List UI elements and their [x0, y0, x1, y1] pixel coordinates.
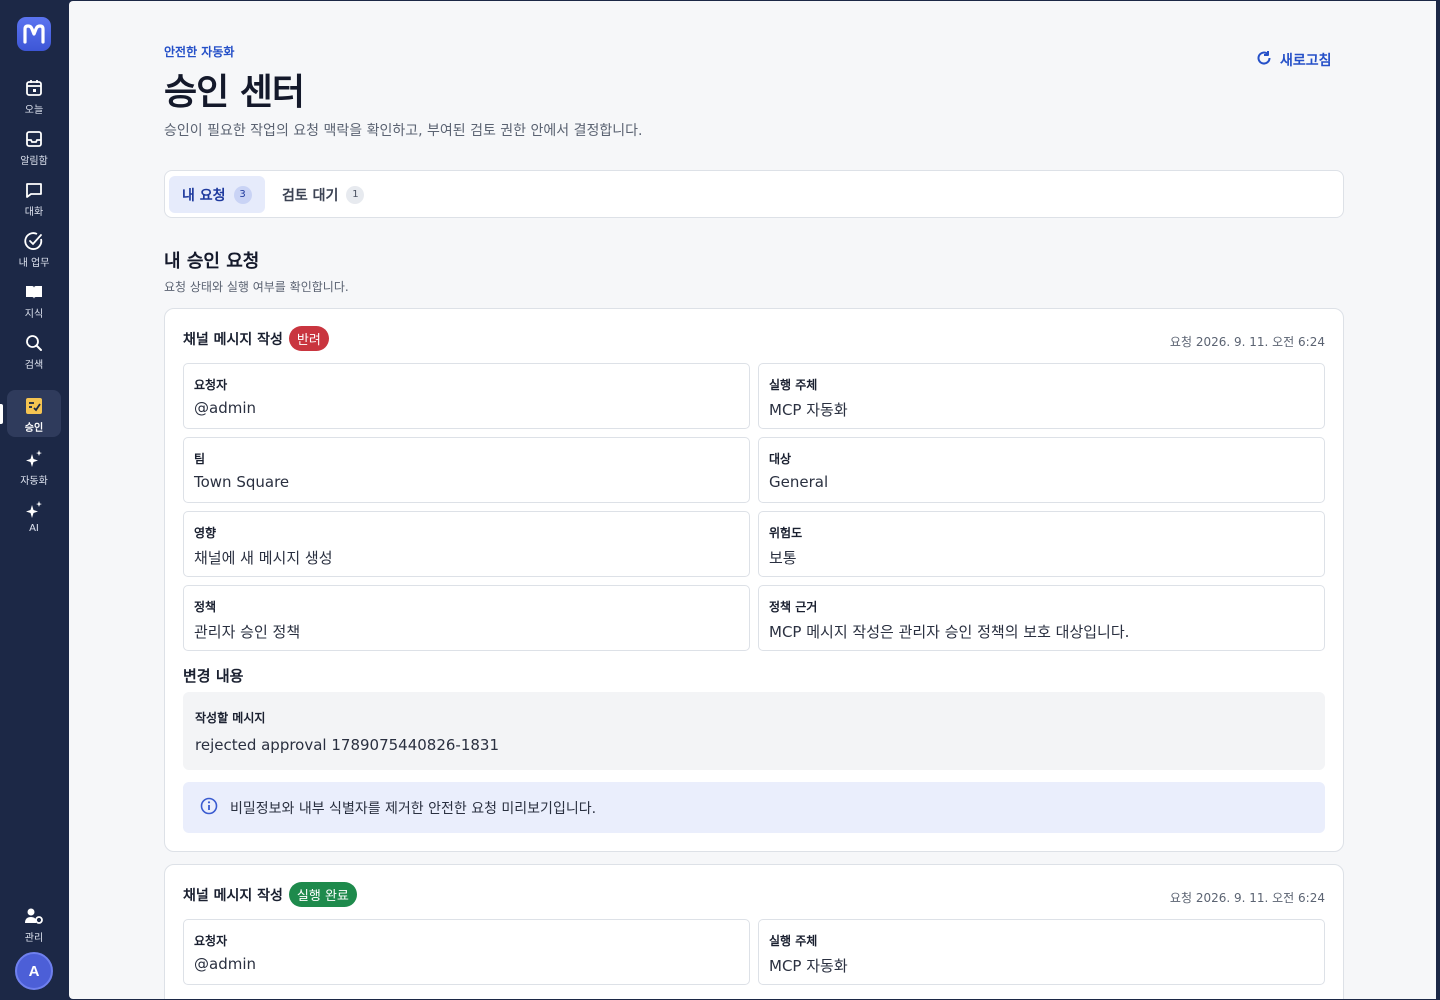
- field-label: 실행 주체: [769, 378, 818, 392]
- change-label: 작성할 메시지: [195, 711, 266, 725]
- card-title: 채널 메시지 작성: [183, 331, 283, 348]
- tab-bar: 내 요청 3 검토 대기 1: [164, 170, 1344, 218]
- search-icon: [24, 333, 44, 353]
- nav-today[interactable]: 오늘: [7, 72, 61, 119]
- task-check-icon: [24, 231, 44, 251]
- field-requester: 요청자 @admin: [183, 363, 750, 429]
- field-value: 채널에 새 메시지 생성: [194, 549, 333, 567]
- field-label: 대상: [769, 452, 792, 466]
- nav-label: AI: [29, 523, 39, 534]
- nav-inbox[interactable]: 알림함: [7, 123, 61, 170]
- window-edge: [1436, 1, 1438, 999]
- status-badge: 실행 완료: [288, 882, 357, 907]
- field-impact: 영향 채널에 새 메시지 생성: [183, 511, 750, 577]
- nav-label: 지식: [24, 309, 44, 320]
- tab-count-badge: 1: [346, 185, 365, 204]
- field-value: Town Square: [194, 473, 290, 491]
- info-text: 비밀정보와 내부 식별자를 제거한 안전한 요청 미리보기입니다.: [230, 800, 597, 817]
- field-label: 요청자: [194, 378, 228, 392]
- field-value: @admin: [194, 399, 256, 417]
- inbox-icon: [24, 129, 44, 149]
- book-icon: [24, 282, 44, 302]
- nav-label: 검색: [24, 360, 44, 371]
- card-header: 채널 메시지 작성 실행 완료: [183, 882, 357, 907]
- field-risk: 위험도 보통: [758, 511, 1325, 577]
- nav-label: 관리: [24, 933, 44, 944]
- field-label: 팀: [194, 452, 206, 466]
- field-label: 위험도: [769, 526, 803, 540]
- app-logo[interactable]: [17, 17, 51, 51]
- field-value: MCP 자동화: [769, 401, 848, 419]
- calendar-icon: [24, 78, 44, 98]
- main-content: 안전한 자동화 승인 센터 승인이 필요한 작업의 요청 맥락을 확인하고, 부…: [69, 1, 1438, 999]
- card-title: 채널 메시지 작성: [183, 887, 283, 904]
- logo-icon: [23, 24, 45, 44]
- nav-ai[interactable]: AI: [7, 494, 61, 541]
- refresh-button[interactable]: 새로고침: [1256, 50, 1332, 70]
- field-executor: 실행 주체 MCP 자동화: [758, 363, 1325, 429]
- field-value: 보통: [769, 549, 797, 567]
- tab-count-badge: 3: [233, 185, 252, 204]
- avatar[interactable]: A: [15, 952, 53, 990]
- field-label: 정책: [194, 600, 217, 614]
- nav-label: 내 업무: [18, 258, 50, 269]
- field-label: 정책 근거: [769, 600, 818, 614]
- field-value: @admin: [194, 955, 256, 973]
- field-requester: 요청자 @admin: [183, 919, 750, 985]
- nav-label: 자동화: [20, 476, 48, 487]
- nav-label: 승인: [24, 423, 44, 434]
- card-header: 채널 메시지 작성 반려: [183, 326, 329, 351]
- field-target: 대상 General: [758, 437, 1325, 503]
- nav-label: 알림함: [20, 156, 48, 167]
- request-time: 요청 2026. 9. 11. 오전 6:24: [1169, 891, 1325, 905]
- sparkles-icon: [24, 449, 44, 469]
- sidebar: 오늘 알림함 대화 내 업무 지식 검색 승인 자동화 AI 관리 A: [0, 0, 68, 1000]
- field-label: 영향: [194, 526, 217, 540]
- section-description: 요청 상태와 실행 여부를 확인합니다.: [164, 280, 349, 294]
- nav-approval[interactable]: 승인: [7, 390, 61, 437]
- approval-request-card: 채널 메시지 작성 실행 완료 요청 2026. 9. 11. 오전 6:24 …: [164, 864, 1344, 999]
- change-section-title: 변경 내용: [183, 667, 244, 685]
- tab-pending-review[interactable]: 검토 대기 1: [269, 176, 377, 213]
- page-title: 승인 센터: [164, 72, 305, 113]
- change-value: rejected approval 1789075440826-1831: [195, 736, 500, 754]
- nav-knowledge[interactable]: 지식: [7, 276, 61, 323]
- nav-automation[interactable]: 자동화: [7, 443, 61, 490]
- ai-sparkles-icon: [24, 500, 44, 520]
- approval-request-card: 채널 메시지 작성 반려 요청 2026. 9. 11. 오전 6:24 요청자…: [164, 308, 1344, 852]
- page-description: 승인이 필요한 작업의 요청 맥락을 확인하고, 부여된 검토 권한 안에서 결…: [164, 123, 643, 139]
- admin-users-icon: [24, 906, 44, 926]
- tab-label: 내 요청: [182, 187, 226, 204]
- info-icon: [200, 797, 218, 819]
- chat-bubble-icon: [24, 180, 44, 200]
- tab-my-requests[interactable]: 내 요청 3: [169, 176, 265, 213]
- field-value: General: [769, 473, 829, 491]
- nav-my-tasks[interactable]: 내 업무: [7, 225, 61, 272]
- approval-icon: [24, 396, 44, 416]
- tab-label: 검토 대기: [282, 187, 339, 204]
- field-label: 실행 주체: [769, 934, 818, 948]
- status-badge: 반려: [288, 326, 329, 351]
- field-value: 관리자 승인 정책: [194, 623, 301, 641]
- section-title: 내 승인 요청: [164, 251, 260, 272]
- field-executor: 실행 주체 MCP 자동화: [758, 919, 1325, 985]
- field-label: 요청자: [194, 934, 228, 948]
- nav-label: 대화: [24, 207, 44, 218]
- refresh-label: 새로고침: [1280, 53, 1332, 69]
- request-time: 요청 2026. 9. 11. 오전 6:24: [1169, 335, 1325, 349]
- field-value: MCP 메시지 작성은 관리자 승인 정책의 보호 대상입니다.: [769, 623, 1130, 641]
- refresh-icon: [1256, 50, 1272, 70]
- info-notice: 비밀정보와 내부 식별자를 제거한 안전한 요청 미리보기입니다.: [183, 782, 1325, 833]
- nav-search[interactable]: 검색: [7, 327, 61, 374]
- change-preview: 작성할 메시지 rejected approval 1789075440826-…: [183, 692, 1325, 770]
- active-nav-marker: [0, 404, 3, 424]
- field-value: MCP 자동화: [769, 957, 848, 975]
- nav-admin[interactable]: 관리: [7, 900, 61, 947]
- page-eyebrow: 안전한 자동화: [164, 45, 235, 59]
- nav-label: 오늘: [24, 105, 44, 116]
- nav-chat[interactable]: 대화: [7, 174, 61, 221]
- field-team: 팀 Town Square: [183, 437, 750, 503]
- field-policy-basis: 정책 근거 MCP 메시지 작성은 관리자 승인 정책의 보호 대상입니다.: [758, 585, 1325, 651]
- field-policy: 정책 관리자 승인 정책: [183, 585, 750, 651]
